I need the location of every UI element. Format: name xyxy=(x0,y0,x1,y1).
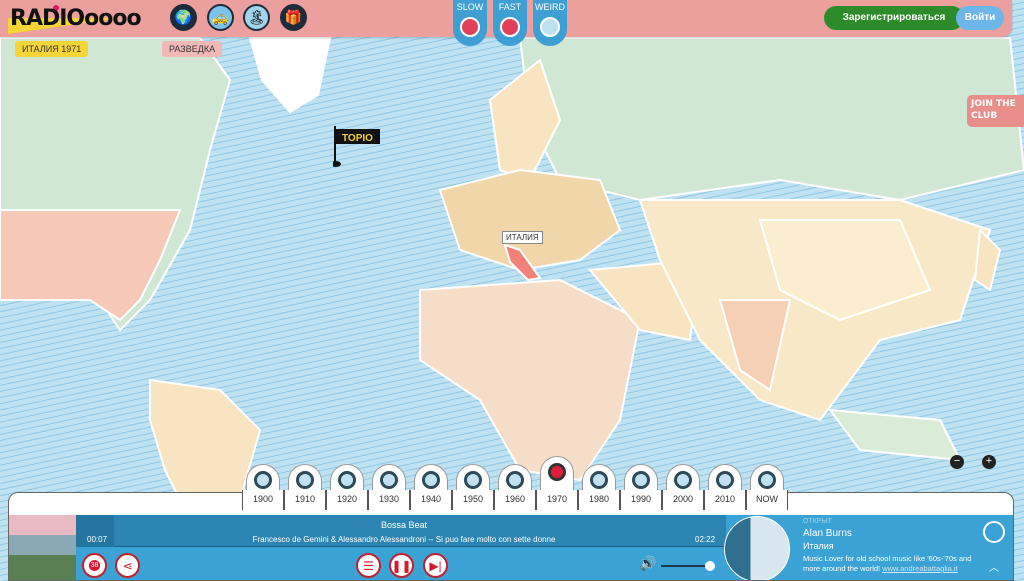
join-club-button[interactable]: JOIN THE CLUB xyxy=(967,95,1024,127)
decade-label: 1980 xyxy=(578,490,620,510)
like-button[interactable]: 38 xyxy=(82,553,107,578)
decade-tab-1950[interactable]: 1950 xyxy=(452,460,494,510)
decade-tab-1960[interactable]: 1960 xyxy=(494,460,536,510)
zoom-out-button[interactable]: − xyxy=(950,455,964,469)
register-button[interactable]: Зарегистрироваться xyxy=(824,6,964,30)
decade-dot-icon xyxy=(296,471,314,489)
decade-dot-icon xyxy=(338,471,356,489)
decade-label: 1950 xyxy=(452,490,494,510)
volume-slider[interactable] xyxy=(661,561,715,571)
track-artist: Francesco de Gemini & Alessandro Alessan… xyxy=(252,535,556,544)
next-icon[interactable]: ▶| xyxy=(423,553,448,578)
decade-tab-2010[interactable]: 2010 xyxy=(704,460,746,510)
duration: 02:22 xyxy=(695,535,716,544)
decade-dot-icon xyxy=(632,471,650,489)
speed-label: SLOW xyxy=(456,2,484,12)
decade-selector: 1900 1910 1920 1930 1940 1950 1960 1970 1980 1990… xyxy=(242,456,788,510)
decade-dot-icon xyxy=(548,463,566,481)
decade-tab-1980[interactable]: 1980 xyxy=(578,460,620,510)
decade-label: 1920 xyxy=(326,490,368,510)
volume-icon[interactable]: 🔊 xyxy=(639,555,656,572)
decade-dot-icon xyxy=(758,471,776,489)
decade-tab-1990[interactable]: 1990 xyxy=(620,460,662,510)
decade-label: 1970 xyxy=(536,490,578,510)
decade-label: 2000 xyxy=(662,490,704,510)
track-title: Bossa Beat xyxy=(380,520,428,530)
decade-dot-icon xyxy=(674,471,692,489)
curator-link[interactable]: www.andreabattaglia.it xyxy=(882,564,957,573)
speed-fast-button[interactable]: FAST xyxy=(493,0,527,46)
playlist-icon[interactable]: ☰ xyxy=(356,553,381,578)
globe-icon[interactable]: 🌍 xyxy=(170,4,197,31)
radiooooo-logo[interactable]: RADIOoooo xyxy=(8,4,142,36)
decade-tab-1900[interactable]: 1900 xyxy=(242,460,284,510)
curator-bio: Music Lover for old school music like '6… xyxy=(803,554,983,574)
decade-dot-icon xyxy=(506,471,524,489)
decade-label: 1960 xyxy=(494,490,536,510)
decade-tab-2000[interactable]: 2000 xyxy=(662,460,704,510)
volume-handle[interactable] xyxy=(705,561,715,571)
share-icon[interactable]: ⋖ xyxy=(115,553,140,578)
gift-icon[interactable]: 🎁 xyxy=(280,4,307,31)
decade-tab-1910[interactable]: 1910 xyxy=(284,460,326,510)
decade-dot-icon xyxy=(422,471,440,489)
decade-label: 1910 xyxy=(284,490,326,510)
decade-label: 2010 xyxy=(704,490,746,510)
country-label-italy[interactable]: ИТАЛИЯ xyxy=(502,231,543,244)
decade-dot-icon xyxy=(380,471,398,489)
explore-chip[interactable]: РАЗВЕДКА xyxy=(162,41,223,57)
curator-avatar[interactable] xyxy=(724,516,790,580)
decade-label: 1940 xyxy=(410,490,452,510)
curator-follow-icon[interactable] xyxy=(983,521,1005,543)
island-icon[interactable]: 🏝 xyxy=(243,4,270,31)
taxi-icon[interactable]: 🚕 xyxy=(207,4,234,31)
country-year-chip[interactable]: ИТАЛИЯ 1971 xyxy=(15,41,89,57)
decade-label: NOW xyxy=(746,490,788,510)
pause-icon[interactable]: ❚❚ xyxy=(389,553,414,578)
flag-text: TOPIO xyxy=(342,133,373,144)
decade-tab-1920[interactable]: 1920 xyxy=(326,460,368,510)
decade-tab-now[interactable]: NOW xyxy=(746,460,788,510)
decade-dot-icon xyxy=(254,471,272,489)
speed-label: FAST xyxy=(498,2,522,12)
mood-dot-icon xyxy=(460,17,480,37)
mood-dot-icon xyxy=(500,17,520,37)
curator-country: Италия xyxy=(803,541,834,551)
decade-dot-icon xyxy=(590,471,608,489)
login-button[interactable]: Войти xyxy=(956,6,1004,30)
decade-dot-icon xyxy=(716,471,734,489)
speed-slow-button[interactable]: SLOW xyxy=(453,0,487,46)
russia xyxy=(518,37,1024,202)
speed-weird-button[interactable]: WEIRD xyxy=(533,0,567,46)
mood-dot-icon xyxy=(540,17,560,37)
speed-label: WEIRD xyxy=(535,2,565,12)
decade-label: 1990 xyxy=(620,490,662,510)
curator-name[interactable]: Alan Burns xyxy=(803,528,852,539)
decade-label: 1900 xyxy=(242,490,284,510)
zoom-in-button[interactable]: + xyxy=(982,455,996,469)
decade-tab-1970[interactable]: 1970 xyxy=(536,456,578,510)
curator-label: ОТКРЫТ xyxy=(803,518,832,525)
decade-tab-1940[interactable]: 1940 xyxy=(410,460,452,510)
topio-flag[interactable]: TOPIO xyxy=(331,126,383,173)
expand-chevron-icon[interactable]: ︿ xyxy=(989,559,999,574)
likes-count: 38 xyxy=(88,560,101,571)
logo-text: RADIOoooo xyxy=(10,6,142,31)
decade-dot-icon xyxy=(464,471,482,489)
decade-tab-1930[interactable]: 1930 xyxy=(368,460,410,510)
decade-label: 1930 xyxy=(368,490,410,510)
